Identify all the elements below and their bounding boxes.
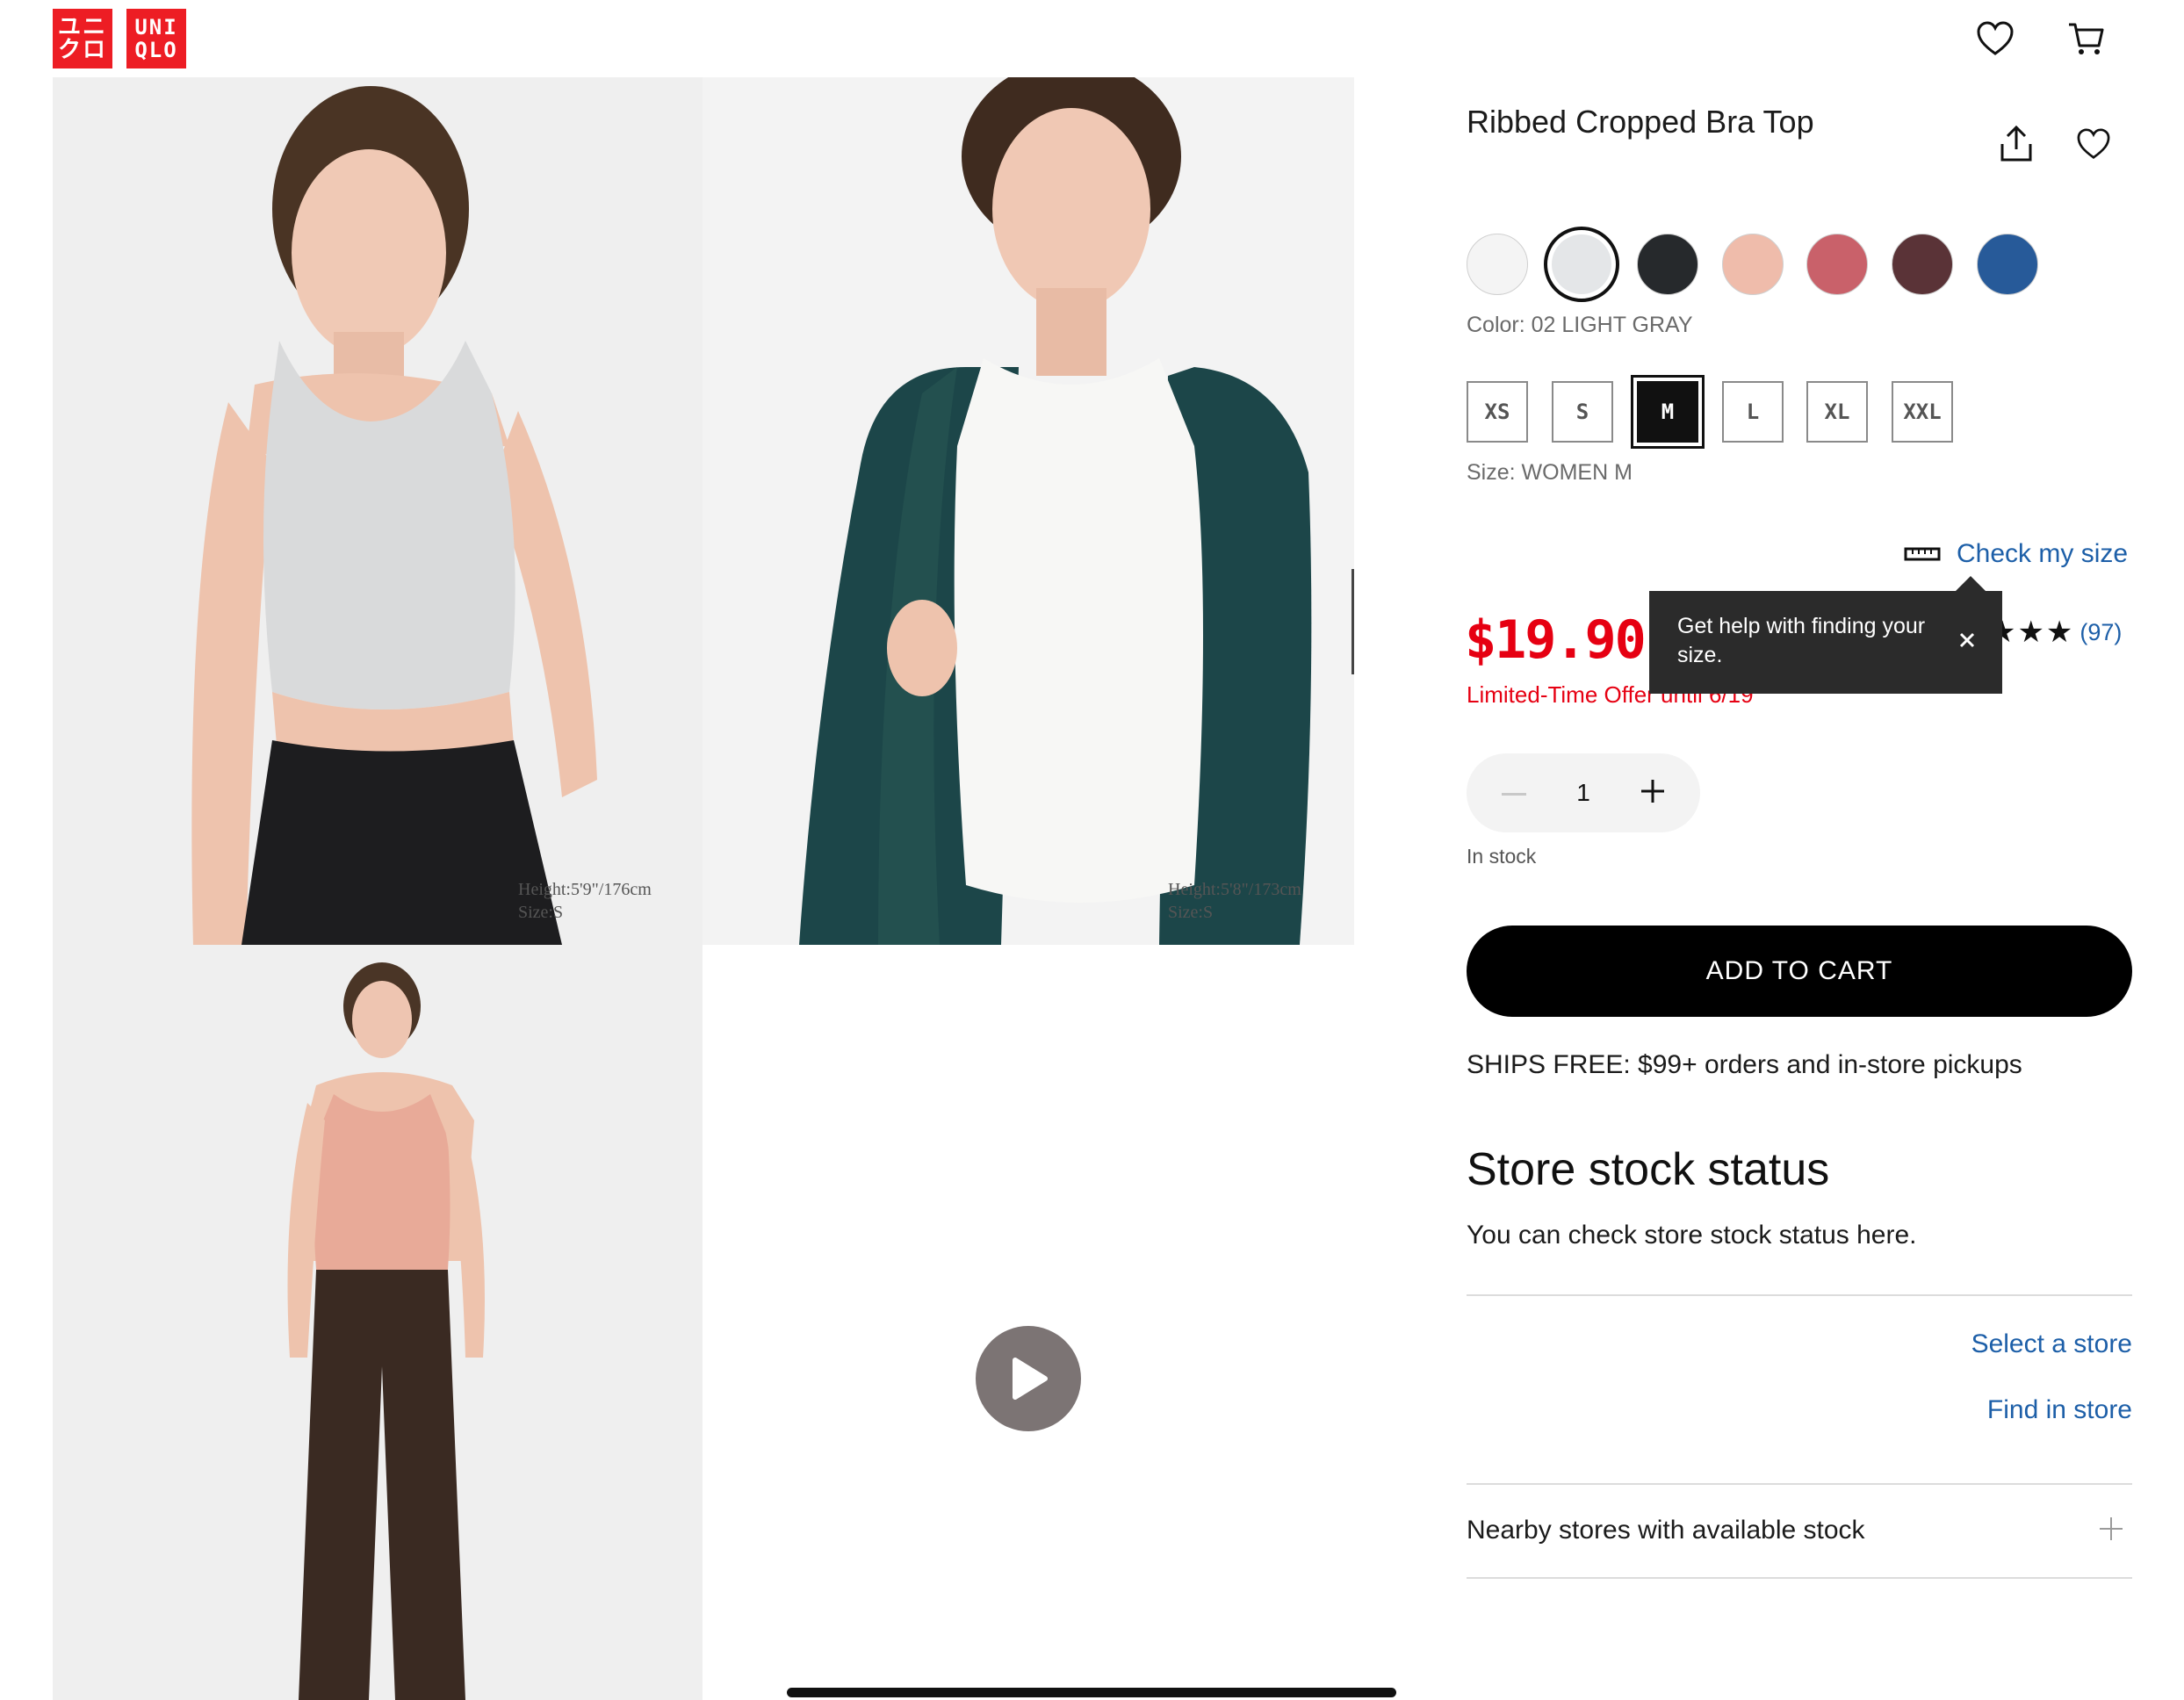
size-option-l[interactable]: L [1722, 381, 1784, 443]
size-option-xxl[interactable]: XXL [1892, 381, 1953, 443]
color-swatch-pink[interactable] [1722, 234, 1784, 295]
check-my-size-label: Check my size [1957, 539, 2129, 568]
product-video[interactable] [703, 945, 1354, 1700]
wishlist-heart-icon[interactable] [1969, 12, 2022, 65]
minus-icon[interactable] [1502, 785, 1526, 801]
select-store-link[interactable]: Select a store [1971, 1329, 2132, 1359]
check-my-size-link[interactable]: Check my size [1904, 539, 2128, 569]
product-photo-pink-top[interactable] [53, 945, 703, 1700]
divider [1467, 1577, 2132, 1579]
rating-count[interactable]: (97) [2079, 619, 2122, 646]
add-to-cart-button[interactable]: ADD TO CART [1467, 926, 2132, 1017]
color-swatch-black[interactable] [1637, 234, 1698, 295]
tooltip-text: Get help with finding your size. [1677, 614, 1926, 667]
model-illustration-pink [53, 945, 703, 1700]
size-option-xs[interactable]: XS [1467, 381, 1528, 443]
nearby-stores-accordion[interactable]: Nearby stores with available stock [1467, 1484, 2132, 1577]
ruler-icon [1904, 545, 1941, 563]
color-swatch-brown[interactable] [1892, 234, 1953, 295]
price: $19.90 [1465, 609, 1647, 671]
product-photo-gray-top[interactable]: Height:5'9"/176cm Size:S [53, 77, 703, 945]
size-option-s[interactable]: S [1552, 381, 1613, 443]
cart-icon[interactable] [2060, 12, 2113, 65]
uniqlo-logo-text[interactable]: UNI QLO [126, 9, 186, 68]
color-swatch-blue[interactable] [1977, 234, 2038, 295]
tooltip-arrow [1955, 576, 1986, 592]
model-illustration-white [703, 77, 1354, 945]
size-label: Size: WOMEN M [1467, 460, 1633, 485]
plus-icon[interactable] [1640, 779, 1665, 808]
quantity-stepper[interactable]: 1 [1467, 753, 1700, 832]
play-icon[interactable] [976, 1326, 1081, 1431]
find-in-store-link[interactable]: Find in store [1987, 1395, 2132, 1425]
store-stock-description: You can check store stock status here. [1467, 1221, 1917, 1250]
nearby-stores-label: Nearby stores with available stock [1467, 1516, 1865, 1545]
size-option-xl[interactable]: XL [1806, 381, 1868, 443]
model-size-label: Height:5'9"/176cm Size:S [518, 880, 652, 922]
product-photo-white-top[interactable]: Height:5'8"/173cm Size:S [703, 77, 1354, 945]
stock-status: In stock [1467, 845, 1537, 868]
size-help-tooltip: Get help with finding your size. [1649, 591, 2002, 694]
quantity-value: 1 [1576, 779, 1590, 806]
model-size-label: Height:5'8"/173cm Size:S [1168, 880, 1301, 922]
color-swatch-light-gray[interactable] [1544, 227, 1619, 302]
favorite-heart-icon[interactable] [2067, 118, 2120, 170]
color-label: Color: 02 LIGHT GRAY [1467, 313, 1693, 337]
model-illustration-gray [53, 77, 703, 945]
close-icon[interactable] [1958, 628, 1976, 657]
home-indicator [787, 1688, 1396, 1697]
shipping-info: SHIPS FREE: $99+ orders and in-store pic… [1467, 1050, 2022, 1079]
product-title: Ribbed Cropped Bra Top [1467, 104, 1814, 140]
plus-icon[interactable] [2099, 1516, 2123, 1545]
store-stock-heading: Store stock status [1467, 1144, 1830, 1195]
share-icon[interactable] [1990, 118, 2043, 170]
divider [1467, 1294, 2132, 1296]
size-option-m[interactable]: M [1637, 381, 1698, 443]
color-swatch-white[interactable] [1467, 234, 1528, 295]
color-swatch-rose[interactable] [1806, 234, 1868, 295]
uniqlo-logo-katakana[interactable]: ユニ クロ [53, 9, 112, 68]
gallery-scroll-indicator [1351, 569, 1354, 674]
